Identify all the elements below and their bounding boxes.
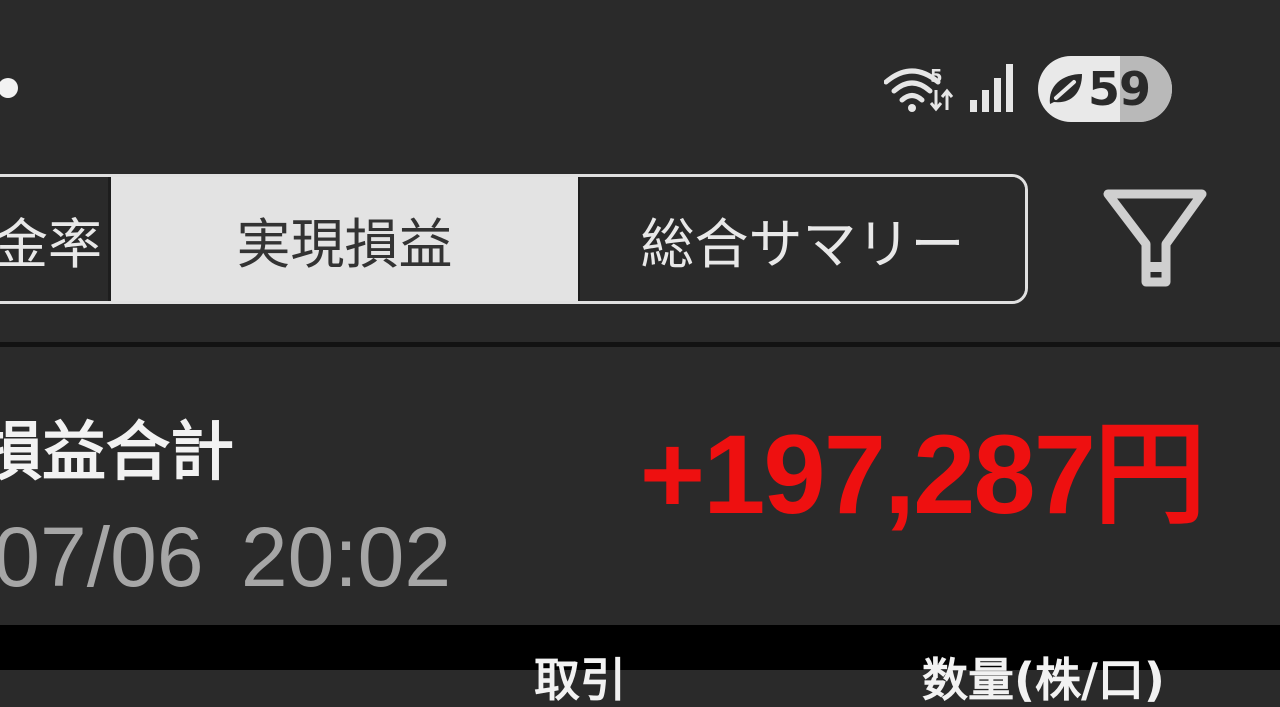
- column-header-quantity: 数量(株/口): [922, 653, 1165, 707]
- notification-dot-icon: [0, 78, 18, 98]
- tab-label: 実現損益: [236, 212, 453, 276]
- signal-icon: [970, 64, 1013, 112]
- tab-overall-summary[interactable]: 総合サマリー: [578, 177, 1025, 301]
- battery-indicator: 59: [1038, 56, 1172, 122]
- pnl-total-value: +197,287円: [639, 412, 1206, 537]
- table-header-band: 取引 数量(株/口): [0, 625, 1280, 705]
- filter-funnel-icon[interactable]: [1100, 182, 1210, 296]
- segmented-tab-bar: 金率 実現損益 総合サマリー: [0, 174, 1028, 304]
- battery-saver-leaf-icon: [1049, 74, 1082, 104]
- tab-label: 金率: [0, 212, 102, 276]
- status-bar: 5 59: [0, 0, 1280, 170]
- pnl-datetime: /07/06 20:02: [0, 510, 452, 604]
- tab-realized-pnl[interactable]: 実現損益: [111, 177, 578, 301]
- tab-deposit-rate[interactable]: 金率: [0, 177, 111, 301]
- column-header-trade: 取引: [534, 653, 626, 707]
- wifi-badge: 5: [930, 66, 943, 87]
- wifi-icon: 5: [884, 66, 954, 112]
- pnl-summary-panel: 損益合計 /07/06 20:02 +197,287円: [0, 347, 1280, 625]
- pnl-total-label: 損益合計: [0, 416, 234, 490]
- tab-label: 総合サマリー: [640, 212, 965, 276]
- battery-level: 59: [1088, 62, 1151, 116]
